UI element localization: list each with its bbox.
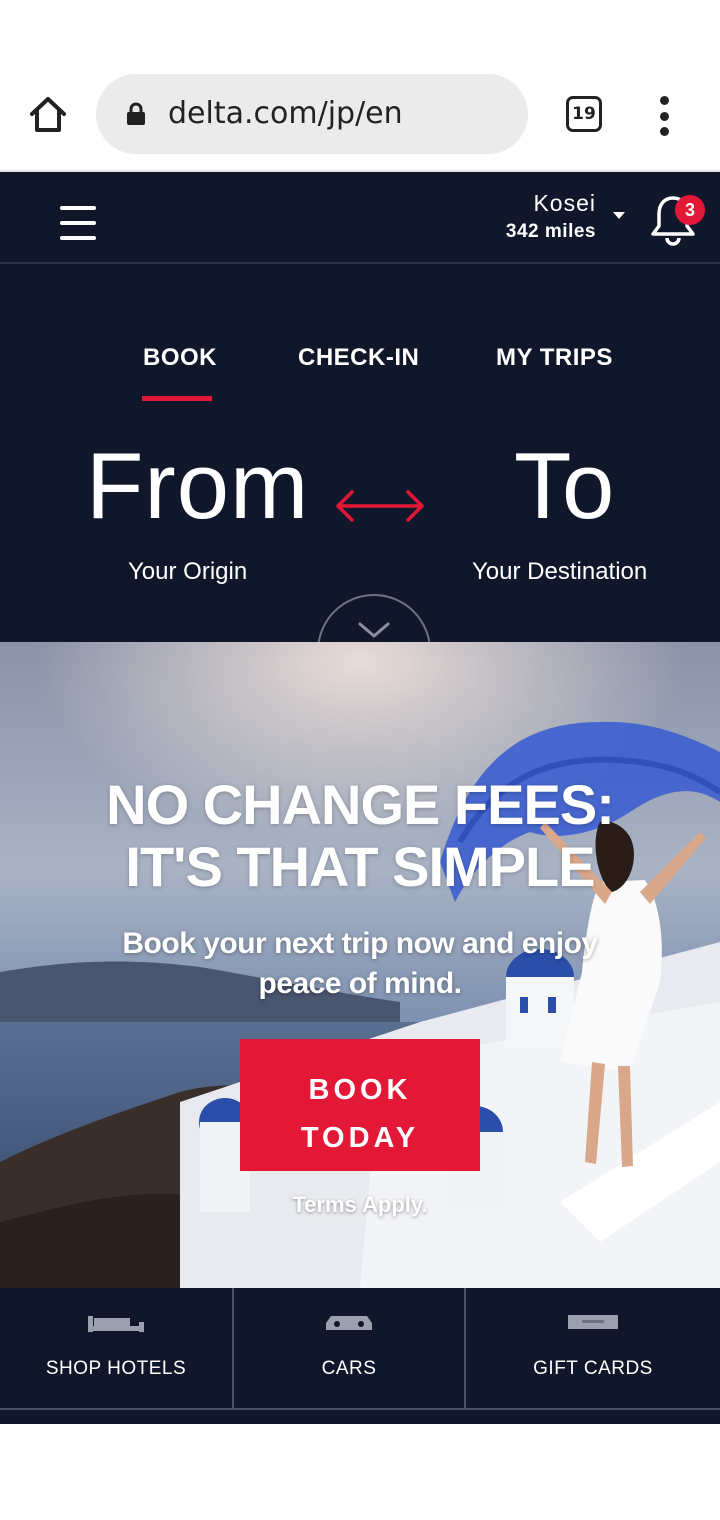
gift-card-icon [568,1315,618,1329]
caret-down-icon[interactable] [613,212,625,219]
shortcut-label: CARS [321,1358,377,1379]
more-options-icon[interactable] [650,94,678,138]
hero-headline: NO CHANGE FEES: IT'S THAT SIMPLE [0,774,720,898]
tab-my-trips[interactable]: MY TRIPS [496,344,613,372]
hero-headline-line2: IT'S THAT SIMPLE [125,835,595,898]
active-tab-indicator [142,396,212,401]
address-bar[interactable]: delta.com/jp/en [96,74,528,154]
hero-sub-line1: Book your next trip now and enjoy [122,927,598,960]
from-field[interactable]: From [86,432,309,540]
cars-link[interactable]: CARS [232,1288,464,1410]
shortcut-bar: SHOP HOTELS CARS GIFT CARDS [0,1288,720,1410]
swap-arrows-icon[interactable] [334,486,426,526]
footer-strip [0,1410,720,1424]
booking-panel: BOOK CHECK-IN MY TRIPS From To Your Orig… [0,264,720,642]
promo-hero: NO CHANGE FEES: IT'S THAT SIMPLE Book yo… [0,642,720,1288]
destination-hint: Your Destination [472,558,648,585]
notification-badge: 3 [675,195,705,225]
shortcut-label: GIFT CARDS [533,1358,653,1379]
browser-toolbar: delta.com/jp/en 19 [0,56,720,172]
cta-line2: TODAY [300,1122,420,1154]
chevron-down-icon [358,622,390,638]
hamburger-menu-icon[interactable] [60,206,96,240]
hero-headline-line1: NO CHANGE FEES: [106,773,615,836]
user-name: Kosei [533,190,596,216]
url-text: delta.com/jp/en [168,96,403,131]
shortcut-label: SHOP HOTELS [45,1358,187,1379]
gift-cards-link[interactable]: GIFT CARDS [464,1288,720,1410]
tab-switcher-button[interactable]: 19 [566,96,602,132]
bed-icon [88,1316,144,1332]
site-header: Kosei 342 miles [0,172,720,264]
hero-sub-line2: peace of mind. [258,967,462,1000]
tab-check-in[interactable]: CHECK-IN [298,344,419,372]
book-today-button[interactable]: BOOK TODAY [240,1039,480,1171]
car-icon [326,1316,372,1330]
lock-icon [127,102,145,125]
origin-hint: Your Origin [128,558,248,585]
tab-book[interactable]: BOOK [143,344,217,372]
home-icon[interactable] [26,92,70,136]
cta-line1: BOOK [308,1074,412,1106]
terms-link[interactable]: Terms Apply. [0,1192,720,1218]
account-menu[interactable]: Kosei 342 miles [506,190,596,243]
hero-subheadline: Book your next trip now and enjoy peace … [0,924,720,1004]
to-field[interactable]: To [514,432,615,540]
user-miles: 342 miles [505,221,596,242]
shop-hotels-link[interactable]: SHOP HOTELS [0,1288,232,1410]
